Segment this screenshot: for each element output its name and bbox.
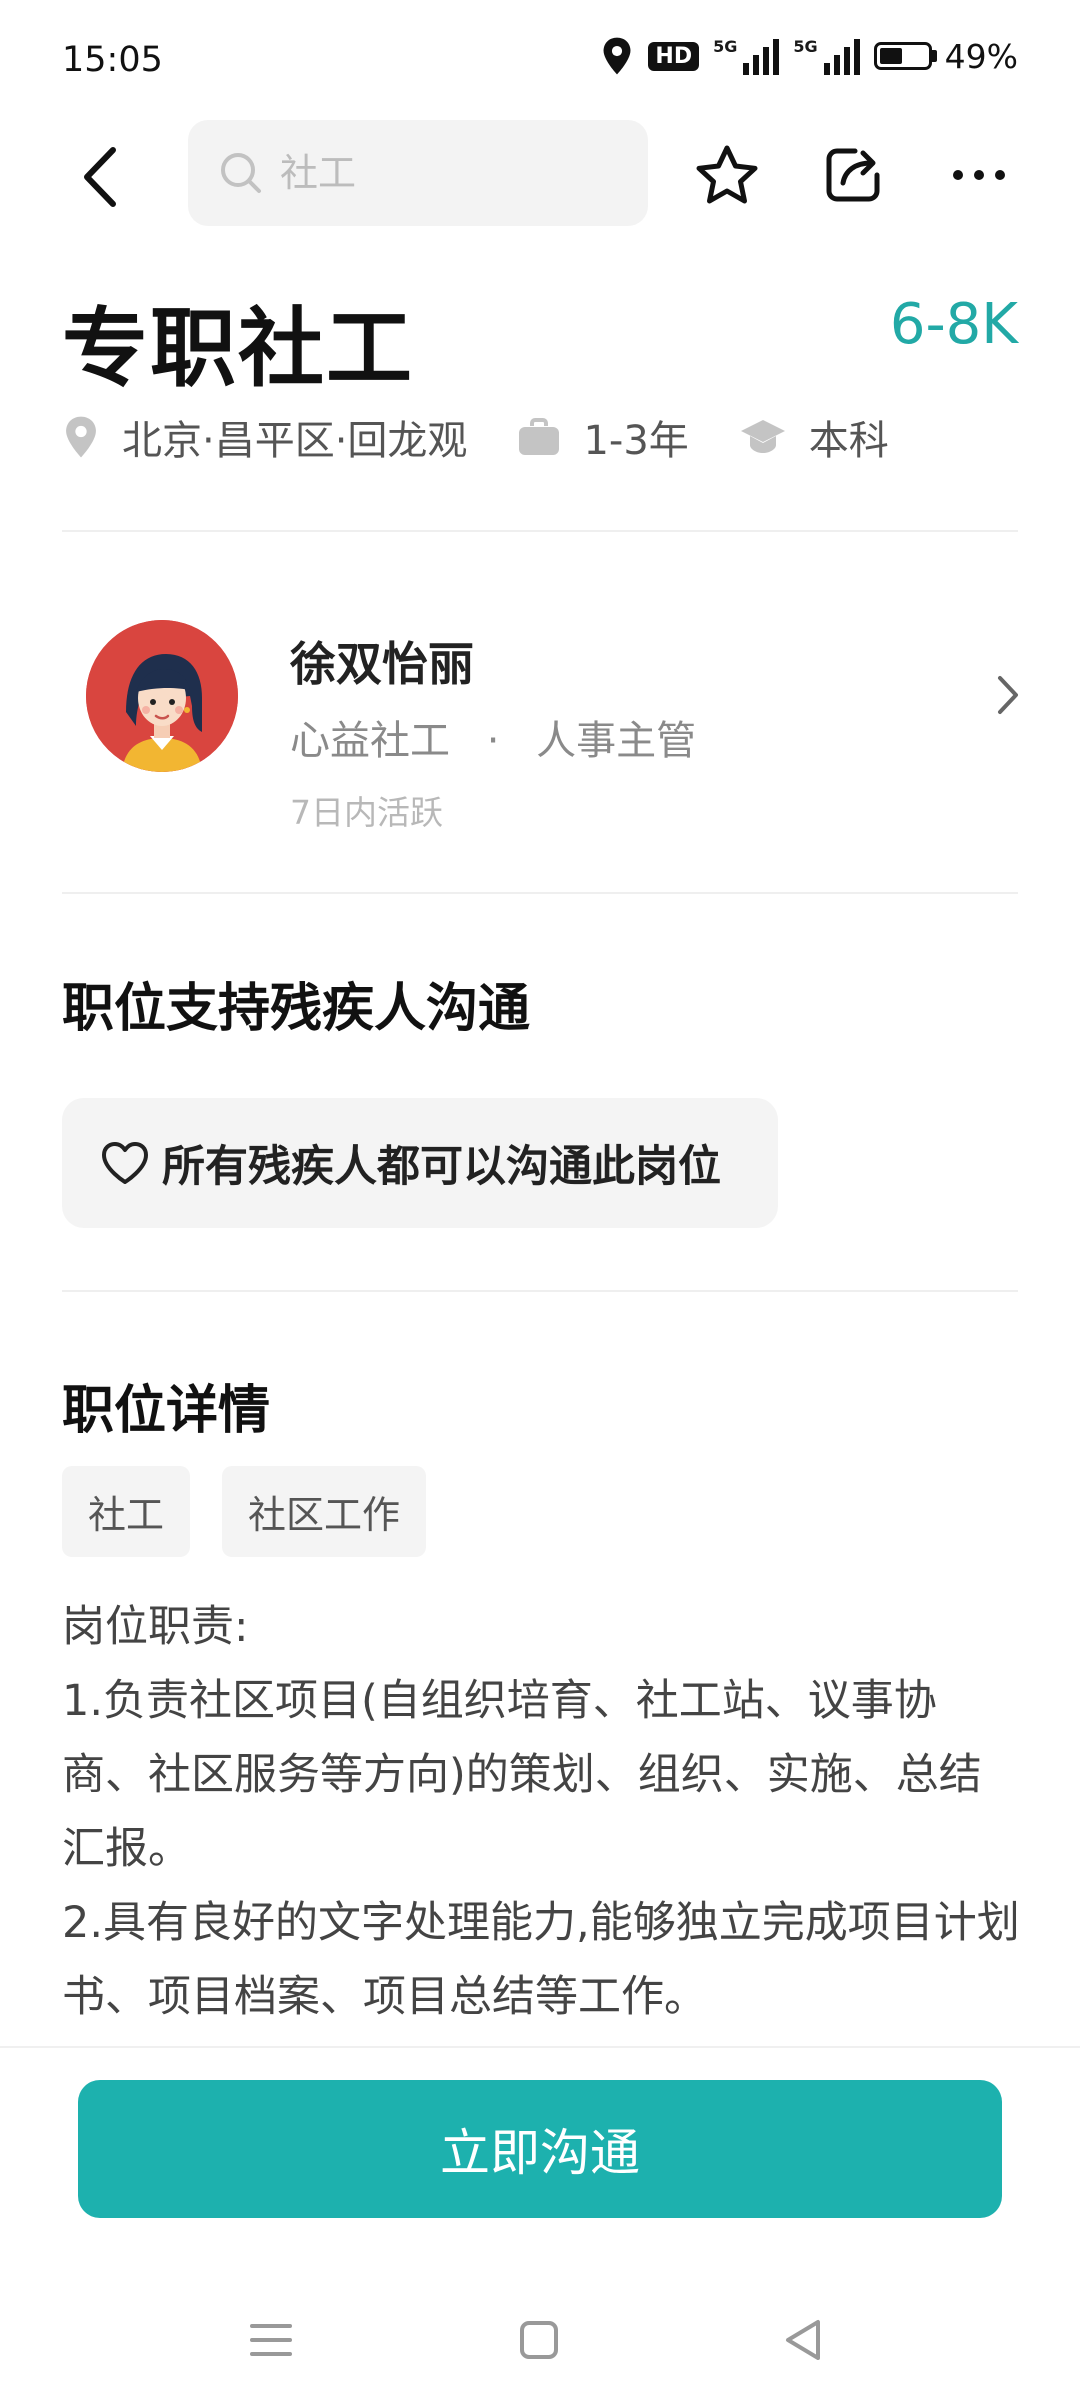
favorite-button[interactable] <box>682 130 772 220</box>
recruiter-separator: · <box>486 718 500 764</box>
square-icon <box>520 2321 558 2359</box>
job-details-title: 职位详情 <box>62 1381 271 1441</box>
back-nav-button[interactable] <box>758 2300 848 2380</box>
chevron-right-icon <box>998 676 1018 714</box>
signal-2-label: 5G <box>793 37 818 56</box>
job-tag: 社区工作 <box>222 1466 427 1557</box>
disability-section-title: 职位支持残疾人沟通 <box>62 979 531 1039</box>
avatar-illustration <box>86 620 238 772</box>
description-line: 2.具有良好的文字处理能力,能够独立完成项目计划书、项目档案、项目总结等工作。 <box>62 1898 1020 2022</box>
more-icon <box>953 170 1005 180</box>
share-icon <box>826 148 880 202</box>
salary: 6-8K <box>889 292 1018 357</box>
chevron-left-icon <box>84 147 116 207</box>
job-location: 北京·昌平区·回龙观 <box>62 408 467 466</box>
recruiter-name: 徐双怡丽 <box>290 637 474 691</box>
status-icons: HD 5G 5G 49% <box>600 36 1018 76</box>
job-education-text: 本科 <box>808 418 889 464</box>
recruiter-activity: 7日内活跃 <box>290 793 443 832</box>
status-time: 15:05 <box>62 40 163 80</box>
disability-chip: 所有残疾人都可以沟通此岗位 <box>62 1098 778 1228</box>
heart-icon <box>102 1142 148 1184</box>
star-icon <box>696 145 758 204</box>
search-input[interactable] <box>278 150 622 196</box>
description-line: 岗位职责: <box>62 1602 249 1652</box>
hd-badge: HD <box>648 41 700 71</box>
home-nav-button[interactable] <box>494 2300 584 2380</box>
recruiter-detail-button[interactable] <box>978 660 1038 730</box>
menu-nav-button[interactable] <box>226 2300 316 2380</box>
recruiter-avatar[interactable] <box>86 620 238 772</box>
job-title: 专职社工 <box>62 299 414 399</box>
search-icon <box>221 153 261 193</box>
recruiter-company-role: 心益社工 · 人事主管 <box>290 708 696 766</box>
menu-icon <box>250 2324 292 2356</box>
divider <box>62 1290 1018 1292</box>
search-box[interactable] <box>188 120 648 226</box>
recruiter-role: 人事主管 <box>536 718 697 764</box>
signal-1-label: 5G <box>713 37 738 56</box>
job-experience: 1-3年 <box>517 408 689 466</box>
divider <box>62 892 1018 894</box>
share-button[interactable] <box>808 130 898 220</box>
more-button[interactable] <box>934 130 1024 220</box>
description-line: 1.负责社区项目(自组织培育、社工站、议事协商、社区服务等方向)的策划、组织、实… <box>62 1676 982 1874</box>
briefcase-icon <box>519 418 560 455</box>
job-meta-row: 北京·昌平区·回龙观 1-3年 本科 <box>62 408 939 466</box>
battery-icon: 49% <box>873 36 1018 76</box>
job-location-text: 北京·昌平区·回龙观 <box>122 418 468 464</box>
job-tag: 社工 <box>62 1466 191 1557</box>
job-description: 岗位职责: 1.负责社区项目(自组织培育、社工站、议事协商、社区服务等方向)的策… <box>62 1590 1022 2034</box>
chat-now-button[interactable]: 立即沟通 <box>78 2080 1002 2218</box>
divider <box>62 530 1018 532</box>
triangle-back-icon <box>786 2320 820 2360</box>
job-education: 本科 <box>739 408 889 466</box>
graduation-cap-icon <box>740 420 785 453</box>
signal-2-icon: 5G <box>793 37 860 75</box>
back-button[interactable] <box>60 132 140 222</box>
job-experience-text: 1-3年 <box>583 418 689 464</box>
battery-percent: 49% <box>944 36 1018 76</box>
disability-chip-label: 所有残疾人都可以沟通此岗位 <box>162 1142 721 1192</box>
bottom-bar-divider <box>0 2046 1080 2048</box>
location-status-icon <box>603 37 631 75</box>
job-tags: 社工 社区工作 <box>62 1466 427 1557</box>
battery-fill <box>879 48 903 64</box>
recruiter-company: 心益社工 <box>290 718 450 764</box>
signal-1-icon: 5G <box>713 37 780 75</box>
location-pin-icon <box>66 416 96 458</box>
